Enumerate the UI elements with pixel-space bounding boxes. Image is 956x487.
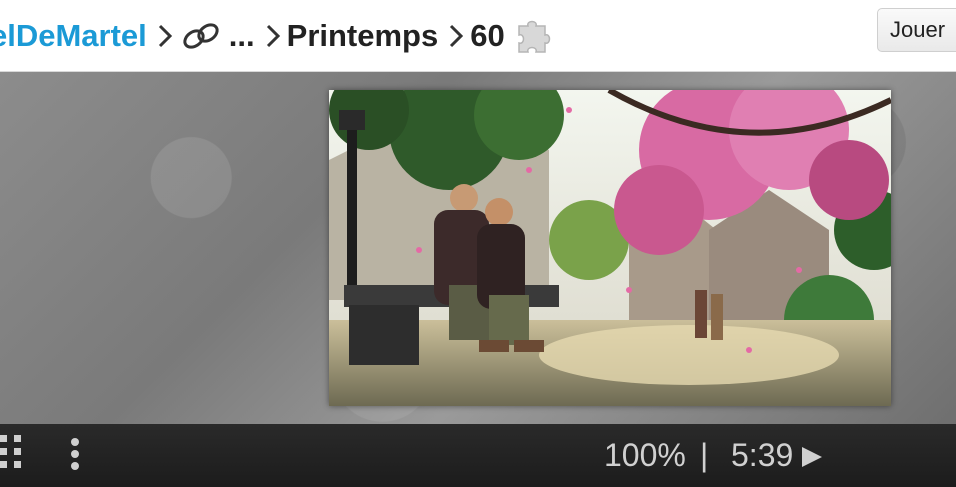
zoom-level[interactable]: 100% (604, 437, 686, 474)
grid-icon[interactable] (0, 433, 26, 471)
breadcrumb-author-link[interactable]: elDeMartel (0, 18, 147, 54)
chevron-right-icon (157, 23, 173, 49)
header-bar: elDeMartel ... Printemps 60 Jouer (0, 0, 956, 72)
puzzle-image[interactable] (329, 90, 891, 406)
puzzle-icon (515, 16, 553, 56)
breadcrumb-ellipsis[interactable]: ... (229, 18, 255, 54)
chevron-right-icon (265, 23, 281, 49)
breadcrumb-category[interactable]: Printemps (287, 18, 439, 54)
timer: 5:39 (731, 437, 794, 473)
chevron-right-icon (448, 23, 464, 49)
link-icon[interactable] (181, 21, 221, 51)
toolbar-separator: | (700, 437, 709, 473)
play-button[interactable]: Jouer (877, 8, 956, 52)
play-icon[interactable] (800, 445, 824, 469)
breadcrumb: elDeMartel ... Printemps 60 (0, 0, 553, 71)
breadcrumb-piece-count: 60 (470, 17, 505, 53)
vertical-dots-icon[interactable] (68, 437, 82, 471)
